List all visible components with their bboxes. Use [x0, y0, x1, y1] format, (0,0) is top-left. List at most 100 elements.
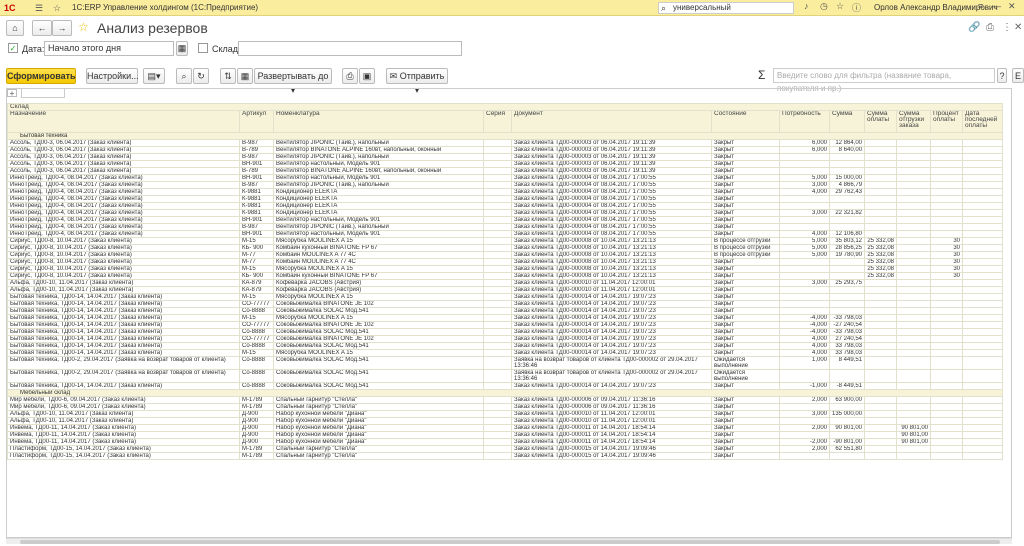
home-icon[interactable]: ⌂ — [6, 20, 24, 36]
date-checkbox[interactable]: ✓ — [8, 43, 18, 53]
send-button[interactable]: ✉ Отправить ▾ — [386, 68, 448, 95]
group-icon[interactable]: ▦ — [237, 68, 253, 84]
favorites-icon[interactable]: ☆ — [51, 2, 63, 14]
group-row[interactable]: Бытовая техника — [7, 132, 1004, 140]
table-row[interactable]: Ассоль, ТД00-3, 06.04.2017 (Заказ клиент… — [7, 167, 1004, 175]
column-header[interactable]: Документ — [511, 110, 712, 133]
forward-icon[interactable]: → — [52, 20, 72, 36]
generate-button[interactable]: Сформировать — [6, 68, 76, 84]
expand-button[interactable]: Развертывать до ▾ — [254, 68, 332, 95]
close-form-icon[interactable]: ✕ — [1014, 22, 1022, 33]
table-row[interactable]: Сириус, ТД00-8, 10.04.2017 (Заказ клиент… — [7, 244, 1004, 252]
table-row[interactable]: ИнноТрейд, ТД00-4, 08.04.2017 (Заказ кли… — [7, 188, 1004, 196]
table-row[interactable]: Бытовая техника, ТД00-14, 14.04.2017 (За… — [7, 382, 1004, 390]
table-row[interactable]: ИнноТрейд, ТД00-4, 08.04.2017 (Заказ кли… — [7, 216, 1004, 224]
table-row[interactable]: Сириус, ТД00-8, 10.04.2017 (Заказ клиент… — [7, 237, 1004, 245]
column-header[interactable]: Сумма оплаты — [864, 110, 898, 133]
settings-button[interactable]: Настройки... — [86, 68, 139, 84]
search-button[interactable]: Е — [1012, 68, 1024, 83]
table-row[interactable]: Инвема, ТД00-11, 14.04.2017 (Заказ клиен… — [7, 424, 1004, 432]
settings-icon[interactable]: ≡ — [978, 1, 983, 11]
table-row[interactable]: Мир мебели, ТД00-6, 09.04.2017 (Заказ кл… — [7, 396, 1004, 404]
table-row[interactable]: Бытовая техника, ТД00-14, 14.04.2017 (За… — [7, 321, 1004, 329]
table-row[interactable]: Пластиформ, ТД00-15, 14.04.2017 (Заказ к… — [7, 445, 1004, 453]
table-row[interactable]: Альфа, ТД00-10, 11.04.2017 (Заказ клиент… — [7, 286, 1004, 294]
horizontal-scrollbar[interactable] — [6, 538, 1012, 544]
table-row[interactable]: Бытовая техника, ТД00-14, 14.04.2017 (За… — [7, 293, 1004, 301]
history-icon[interactable]: ◷ — [820, 1, 828, 12]
table-row[interactable]: Альфа, ТД00-10, 11.04.2017 (Заказ клиент… — [7, 279, 1004, 287]
table-row[interactable]: Бытовая техника, ТД00-14, 14.04.2017 (За… — [7, 335, 1004, 343]
table-cell: Закрыт — [711, 431, 780, 439]
table-row[interactable]: ИнноТрейд, ТД00-4, 08.04.2017 (Заказ кли… — [7, 181, 1004, 189]
warehouse-checkbox[interactable] — [198, 43, 208, 53]
table-row[interactable]: Сириус, ТД00-8, 10.04.2017 (Заказ клиент… — [7, 258, 1004, 266]
table-row[interactable]: Бытовая техника, ТД00-14, 14.04.2017 (За… — [7, 314, 1004, 322]
variant-icon[interactable]: ▤▾ — [143, 68, 165, 84]
table-row[interactable]: Альфа, ТД00-10, 11.04.2017 (Заказ клиент… — [7, 410, 1004, 418]
table-row[interactable]: ИнноТрейд, ТД00-4, 08.04.2017 (Заказ кли… — [7, 223, 1004, 231]
info-icon[interactable]: ⓘ — [852, 1, 861, 14]
global-search-input[interactable]: ⌕ универсальный — [658, 2, 794, 14]
filter-help-icon[interactable]: ? — [997, 68, 1007, 83]
table-row[interactable]: Бытовая техника, ТД00-14, 14.04.2017 (За… — [7, 349, 1004, 357]
link-icon[interactable]: 🔗 — [968, 22, 980, 33]
table-row[interactable]: ИнноТрейд, ТД00-4, 08.04.2017 (Заказ кли… — [7, 202, 1004, 210]
table-row[interactable]: Бытовая техника, ТД00-14, 14.04.2017 (За… — [7, 307, 1004, 315]
column-header[interactable]: Дата последней оплаты — [962, 110, 1004, 133]
table-row[interactable]: Бытовая техника, ТД00-14, 14.04.2017 (За… — [7, 328, 1004, 336]
favorite-star-icon[interactable]: ☆ — [78, 20, 89, 34]
warehouse-field[interactable] — [238, 41, 462, 56]
column-header[interactable]: Назначение — [7, 110, 240, 133]
back-icon[interactable]: ← — [32, 20, 52, 36]
column-header[interactable]: Номенклатура — [273, 110, 484, 133]
table-row[interactable]: Ассоль, ТД00-3, 06.04.2017 (Заказ клиент… — [7, 153, 1004, 161]
table-row[interactable]: ИнноТрейд, ТД00-4, 08.04.2017 (Заказ кли… — [7, 230, 1004, 238]
table-row[interactable]: Ассоль, ТД00-3, 06.04.2017 (Заказ клиент… — [7, 139, 1004, 147]
sum-icon[interactable]: Σ — [758, 68, 765, 82]
group-row[interactable]: Мебельный склад — [7, 389, 1004, 397]
table-row[interactable]: Пластиформ, ТД00-15, 14.04.2017 (Заказ к… — [7, 452, 1004, 460]
filter-input[interactable]: Введите слово для фильтра (название това… — [773, 68, 995, 93]
print-window-icon[interactable]: ⎙ — [986, 22, 994, 33]
column-header[interactable]: Сумма отгрузки заказа — [896, 110, 932, 133]
bell-icon[interactable]: ♪ — [804, 1, 809, 11]
calendar-icon[interactable]: ▦ — [176, 41, 188, 56]
preview-icon[interactable]: ▣ — [359, 68, 375, 84]
star-icon[interactable]: ☆ — [836, 1, 844, 12]
table-row[interactable]: Сириус, ТД00-8, 10.04.2017 (Заказ клиент… — [7, 272, 1004, 280]
table-row[interactable]: Мир мебели, ТД00-6, 09.04.2017 (Заказ кл… — [7, 403, 1004, 411]
column-header[interactable]: Артикул — [239, 110, 274, 133]
table-row[interactable]: ИнноТрейд, ТД00-4, 08.04.2017 (Заказ кли… — [7, 209, 1004, 217]
date-field[interactable]: Начало этого дня — [44, 41, 174, 56]
find-next-icon[interactable]: ↻ — [193, 68, 209, 84]
column-header[interactable]: Потребность — [779, 110, 830, 133]
table-row[interactable]: Инвема, ТД00-11, 14.04.2017 (Заказ клиен… — [7, 431, 1004, 439]
minimize-icon[interactable]: — — [992, 1, 1001, 11]
table-row[interactable]: Сириус, ТД00-8, 10.04.2017 (Заказ клиент… — [7, 265, 1004, 273]
column-header[interactable]: Процент оплаты — [930, 110, 964, 133]
column-header[interactable]: Серия — [483, 110, 512, 133]
report-area[interactable]: + Склад Назначение Артикул Номенклатура Сер… — [6, 88, 1012, 538]
column-header[interactable]: Состояние — [711, 110, 780, 133]
table-row[interactable]: Бытовая техника, ТД00-14, 14.04.2017 (За… — [7, 342, 1004, 350]
more-icon[interactable]: ⋮ — [1002, 22, 1012, 33]
close-icon[interactable]: ✕ — [1008, 1, 1016, 12]
column-header[interactable]: Сумма — [828, 110, 866, 133]
table-row[interactable]: Бытовая техника, ТД00-14, 14.04.2017 (За… — [7, 300, 1004, 308]
table-row[interactable]: Ассоль, ТД00-3, 06.04.2017 (Заказ клиент… — [7, 160, 1004, 168]
table-row[interactable]: Альфа, ТД00-10, 11.04.2017 (Заказ клиент… — [7, 417, 1004, 425]
table-row[interactable]: Сириус, ТД00-8, 10.04.2017 (Заказ клиент… — [7, 251, 1004, 259]
print-icon[interactable]: ⎙ — [342, 68, 358, 84]
scroll-thumb[interactable] — [20, 540, 1000, 544]
table-row[interactable]: Ассоль, ТД00-3, 06.04.2017 (Заказ клиент… — [7, 146, 1004, 154]
table-row[interactable]: Инвема, ТД00-11, 14.04.2017 (Заказ клиен… — [7, 438, 1004, 446]
sort-icon[interactable]: ⇅ — [220, 68, 236, 84]
menu-icon[interactable]: ☰ — [33, 2, 45, 14]
find-icon[interactable]: ⌕ — [176, 68, 192, 84]
table-row[interactable]: Бытовая техника, ТД00-2, 29.04.2017 (Зая… — [7, 356, 1004, 370]
table-row[interactable]: ИнноТрейд, ТД00-4, 08.04.2017 (Заказ кли… — [7, 174, 1004, 182]
table-row[interactable]: Бытовая техника, ТД00-2, 29.04.2017 (Зая… — [7, 369, 1004, 383]
table-row[interactable]: ИнноТрейд, ТД00-4, 08.04.2017 (Заказ кли… — [7, 195, 1004, 203]
expand-all-icon[interactable]: + — [7, 89, 17, 98]
